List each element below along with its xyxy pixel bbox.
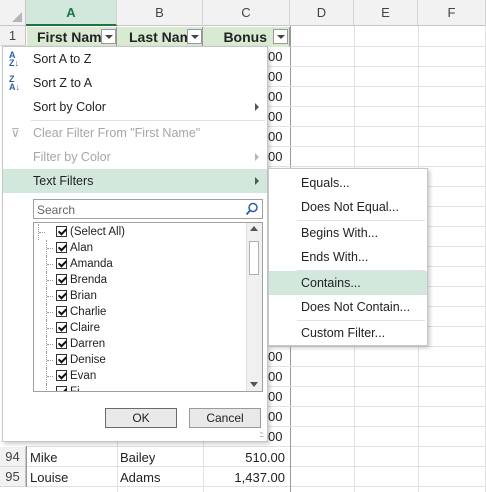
filter-dropdown-bonus[interactable] [273, 29, 288, 44]
submenu-arrow-icon [255, 103, 259, 111]
checkbox[interactable] [56, 386, 67, 391]
checkbox[interactable] [56, 290, 67, 301]
submenu-ends-with[interactable]: Ends With... [269, 245, 427, 269]
filter-search-input[interactable]: Search [33, 199, 263, 219]
submenu-contains[interactable]: Contains... [269, 271, 427, 295]
checkbox[interactable] [56, 338, 67, 349]
search-icon [245, 202, 258, 216]
menu-clear-filter: ⊽ Clear Filter From "First Name" [3, 121, 267, 145]
bonus-value: 00 [268, 409, 283, 424]
column-header-a[interactable]: A [26, 0, 117, 26]
menu-sort-z-to-a[interactable]: Z A↓ Sort Z to A [3, 71, 267, 95]
menu-sort-by-color[interactable]: Sort by Color [3, 95, 267, 119]
text-filters-submenu: Equals... Does Not Equal... Begins With.… [268, 168, 428, 346]
menu-filter-by-color: Filter by Color [3, 145, 267, 169]
submenu-custom-filter[interactable]: Custom Filter... [269, 321, 427, 345]
column-header-e[interactable]: E [354, 0, 418, 26]
checkbox[interactable] [56, 322, 67, 333]
column-header-f[interactable]: F [418, 0, 486, 26]
submenu-begins-with[interactable]: Begins With... [269, 221, 427, 245]
filter-dropdown-last-name[interactable] [187, 29, 202, 44]
submenu-arrow-icon [255, 153, 259, 161]
bonus-value: 00 [268, 369, 283, 384]
checkbox[interactable] [56, 354, 67, 365]
menu-sort-by-color-label: Sort by Color [33, 100, 106, 114]
column-header-b[interactable]: B [117, 0, 203, 26]
resize-grip-icon[interactable]: ::: [259, 430, 264, 439]
checkbox[interactable] [56, 274, 67, 285]
submenu-equals[interactable]: Equals... [269, 171, 427, 195]
checkbox[interactable] [56, 258, 67, 269]
row-header-95[interactable]: 95 [0, 467, 26, 487]
checkbox[interactable] [56, 242, 67, 253]
menu-text-filters[interactable]: Text Filters [3, 169, 267, 193]
menu-sort-z-to-a-label: Sort Z to A [33, 76, 93, 90]
select-all-corner[interactable] [0, 0, 26, 26]
bonus-value: 00 [268, 429, 283, 444]
menu-filter-by-color-label: Filter by Color [33, 150, 111, 164]
bonus-value: 00 [268, 389, 283, 404]
filter-search-placeholder: Search [37, 203, 76, 217]
bonus-value: 00 [268, 49, 283, 64]
submenu-does-not-equal[interactable]: Does Not Equal... [269, 195, 427, 219]
scroll-down-icon[interactable] [250, 382, 258, 387]
bonus-value: 00 [268, 129, 283, 144]
bonus-value: 00 [268, 69, 283, 84]
checkbox[interactable] [56, 226, 67, 237]
submenu-does-not-contain[interactable]: Does Not Contain... [269, 295, 427, 319]
sort-descending-icon: Z A↓ [9, 74, 20, 92]
bonus-value: 00 [268, 149, 283, 164]
row-header-1[interactable]: 1 [0, 26, 26, 46]
cancel-button[interactable]: Cancel [189, 408, 261, 428]
column-header-d[interactable]: D [290, 0, 354, 26]
menu-text-filters-label: Text Filters [33, 174, 94, 188]
bonus-value: 00 [268, 349, 283, 364]
bonus-value: 00 [268, 109, 283, 124]
menu-clear-filter-label: Clear Filter From "First Name" [33, 126, 201, 140]
menu-sort-a-to-z[interactable]: A Z↓ Sort A to Z [3, 47, 267, 71]
row-header-94[interactable]: 94 [0, 447, 26, 467]
clear-filter-icon: ⊽ [11, 126, 20, 140]
autofilter-menu: A Z↓ Sort A to Z Z A↓ Sort Z to A Sort by … [2, 46, 268, 442]
menu-sort-a-to-z-label: Sort A to Z [33, 52, 92, 66]
checkbox[interactable] [56, 370, 67, 381]
filter-values-list[interactable]: (Select All) Alan Amanda Brenda Brian Ch… [33, 222, 263, 392]
scrollbar-thumb[interactable] [249, 241, 259, 275]
column-header-c[interactable]: C [203, 0, 290, 26]
checkbox[interactable] [56, 306, 67, 317]
bonus-value: 00 [268, 89, 283, 104]
sort-ascending-icon: A Z↓ [9, 50, 19, 68]
ok-button[interactable]: OK [105, 408, 177, 428]
list-scrollbar[interactable] [246, 223, 262, 391]
scroll-up-icon[interactable] [250, 226, 258, 231]
submenu-arrow-icon [255, 177, 259, 185]
filter-dropdown-first-name[interactable] [101, 29, 116, 44]
